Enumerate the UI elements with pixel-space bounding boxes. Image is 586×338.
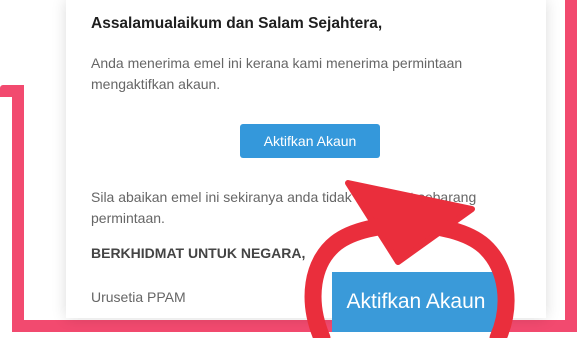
email-greeting: Assalamualaikum dan Salam Sejahtera, (91, 15, 383, 32)
screenshot-stage: Assalamualaikum dan Salam Sejahtera, And… (0, 0, 586, 338)
activate-account-button[interactable]: Aktifkan Akaun (240, 124, 380, 158)
frame-right-border (565, 0, 577, 332)
email-intro-text: Anda menerima emel ini kerana kami mener… (91, 55, 463, 92)
email-motto: BERKHIDMAT UNTUK NEGARA, (91, 245, 306, 261)
email-card: Assalamualaikum dan Salam Sejahtera, And… (66, 0, 546, 318)
email-sender: Urusetia PPAM (91, 289, 186, 305)
zoomed-button-callout: Aktifkan Akaun (332, 272, 500, 332)
zoomed-activate-account-button[interactable]: Aktifkan Akaun (332, 272, 500, 332)
frame-left-border (12, 85, 24, 332)
email-ignore-note: Sila abaikan emel ini sekiranya anda tid… (91, 189, 477, 226)
